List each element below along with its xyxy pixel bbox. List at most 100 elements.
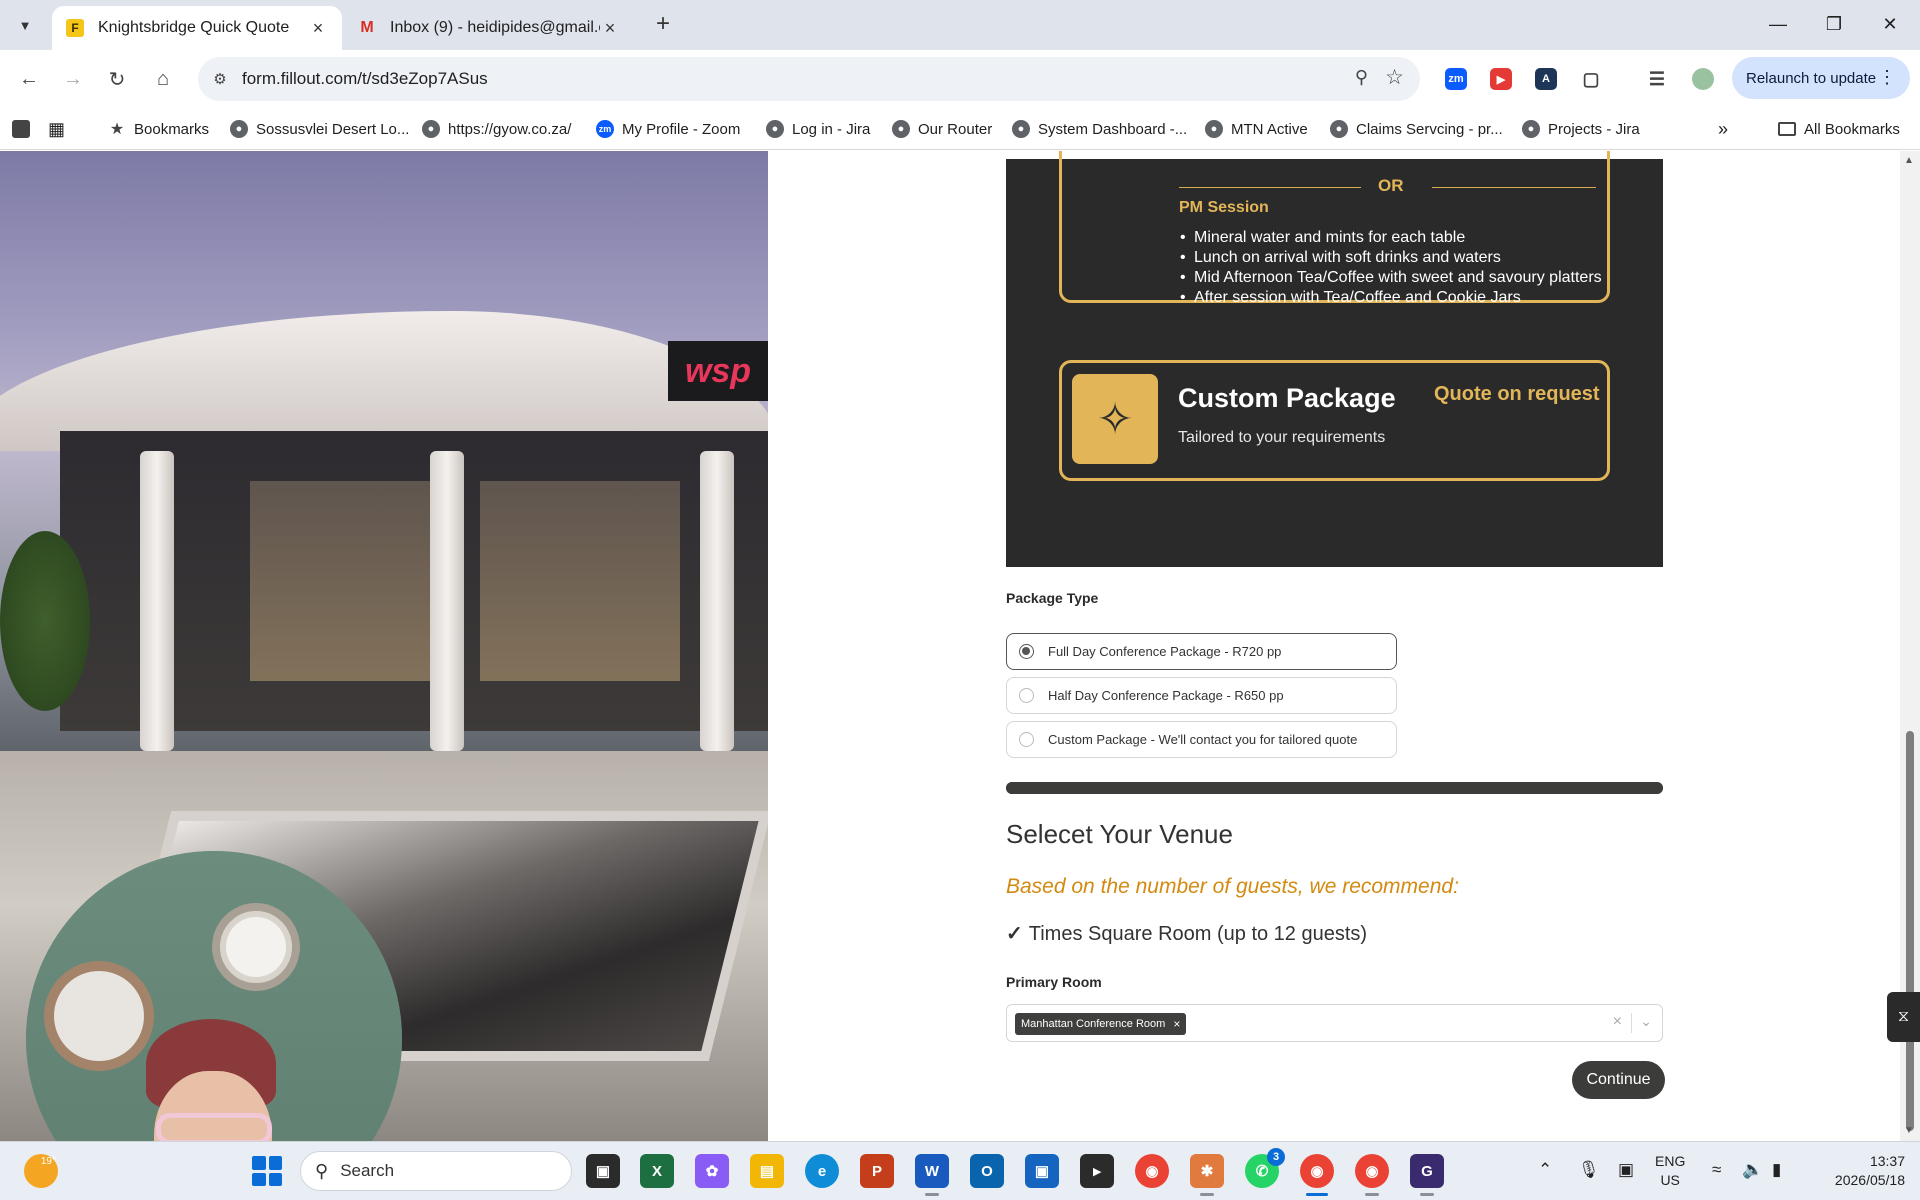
clear-selection-icon[interactable]: ×	[1613, 1013, 1622, 1031]
windows-start-icon[interactable]	[252, 1156, 282, 1186]
globe-icon: ●	[1205, 120, 1223, 138]
bookmark-item[interactable]: ● System Dashboard -...	[1012, 116, 1187, 142]
bookmark-item[interactable]: ● Log in - Jira	[766, 116, 870, 142]
store-icon[interactable]: ▣	[1025, 1154, 1059, 1188]
option-label: Half Day Conference Package - R650 pp	[1048, 688, 1284, 703]
back-icon[interactable]: ←	[12, 62, 46, 96]
bookmark-item[interactable]: ★ Bookmarks	[108, 116, 209, 142]
whatsapp-icon[interactable]: ✆ 3	[1245, 1148, 1285, 1188]
gmail-icon: M	[360, 19, 374, 36]
relaunch-label: Relaunch to update	[1746, 69, 1877, 87]
tab-knightsbridge[interactable]: F Knightsbridge Quick Quote ×	[52, 6, 342, 50]
windows-taskbar: 19° ⚲ Search ▣ X ✿ ▤ e P W O ▣ ▸ ◉ ✱ ✆ 3 …	[0, 1141, 1920, 1200]
remove-chip-icon[interactable]: ×	[1173, 1017, 1180, 1031]
profile-avatar[interactable]	[1692, 68, 1714, 90]
volume-icon[interactable]: 🔈	[1742, 1160, 1763, 1180]
address-bar[interactable]: ⚙ form.fillout.com/t/sd3eZop7ASus ⚲ ☆	[198, 57, 1420, 101]
chevron-down-icon[interactable]: ⌄	[1640, 1013, 1652, 1030]
excel-icon[interactable]: X	[640, 1154, 674, 1188]
taskbar-search[interactable]: ⚲ Search	[300, 1151, 572, 1191]
minimize-icon[interactable]: —	[1750, 8, 1806, 40]
webcam-overlay[interactable]	[26, 851, 402, 1141]
tab-gmail[interactable]: M Inbox (9) - heidipides@gmail.co ×	[344, 6, 634, 50]
site-info-icon[interactable]: ⚙	[208, 67, 232, 91]
network-share-icon[interactable]: ▣	[1618, 1160, 1634, 1180]
edge-icon[interactable]: e	[805, 1154, 839, 1188]
checkmark-icon: ✓	[1006, 923, 1023, 945]
primary-room-select[interactable]: Manhattan Conference Room × × ⌄	[1006, 1004, 1663, 1042]
restore-icon[interactable]: ❐	[1806, 8, 1862, 40]
more-menu-icon[interactable]: ⋮	[1878, 67, 1896, 88]
scroll-up-icon[interactable]: ▲	[1904, 155, 1914, 166]
radio-button[interactable]	[1019, 688, 1034, 703]
apps-grid-icon[interactable]: ▦	[48, 116, 65, 142]
close-window-icon[interactable]: ✕	[1862, 8, 1918, 40]
extensions-puzzle-icon[interactable]: ▢	[1580, 68, 1602, 90]
outlook-icon[interactable]: O	[970, 1154, 1004, 1188]
package-option-half-day[interactable]: Half Day Conference Package - R650 pp	[1006, 677, 1397, 714]
search-placeholder: Search	[340, 1161, 395, 1180]
globe-icon: ●	[230, 120, 248, 138]
package-option-full-day[interactable]: Full Day Conference Package - R720 pp	[1006, 633, 1397, 670]
globe-icon: ●	[1012, 120, 1030, 138]
radio-button[interactable]	[1019, 644, 1034, 659]
radio-button[interactable]	[1019, 732, 1034, 747]
video-extension-icon[interactable]: ▶	[1490, 68, 1512, 90]
tab-groups-icon[interactable]	[12, 116, 38, 142]
weather-icon[interactable]: 19°	[24, 1154, 58, 1188]
fillout-widget-button[interactable]: ⧖	[1887, 992, 1920, 1042]
tab-title: Inbox (9) - heidipides@gmail.co	[390, 19, 600, 36]
home-icon[interactable]: ⌂	[146, 62, 180, 96]
bookmark-item[interactable]: zm My Profile - Zoom	[596, 116, 740, 142]
bookmark-item[interactable]: ● Projects - Jira	[1522, 116, 1640, 142]
reload-icon[interactable]: ↻	[100, 62, 134, 96]
powerpoint-icon[interactable]: P	[860, 1154, 894, 1188]
claude-icon[interactable]: ✱	[1190, 1154, 1224, 1196]
package-option-custom[interactable]: Custom Package - We'll contact you for t…	[1006, 721, 1397, 758]
chrome-profile-icon[interactable]: ◉	[1355, 1154, 1389, 1196]
custom-package-card: ✧ Custom Package Tailored to your requir…	[1059, 360, 1610, 481]
chevron-up-icon[interactable]: ⌃	[1538, 1160, 1552, 1180]
option-label: Custom Package - We'll contact you for t…	[1048, 732, 1358, 747]
microphone-icon[interactable]: 🎙	[1578, 1160, 1600, 1180]
pm-session-title: PM Session	[1179, 199, 1269, 216]
bookmark-item[interactable]: ● MTN Active	[1205, 116, 1308, 142]
continue-button[interactable]: Continue	[1572, 1061, 1665, 1099]
terminal-icon[interactable]: ▸	[1080, 1154, 1114, 1188]
scroll-down-icon[interactable]: ▼	[1904, 1125, 1914, 1136]
word-icon[interactable]: W	[915, 1154, 949, 1196]
battery-icon[interactable]: ▮	[1772, 1160, 1781, 1180]
bookmark-star-icon[interactable]: ☆	[1385, 65, 1404, 90]
bookmark-item[interactable]: ● Sossusvlei Desert Lo...	[230, 116, 409, 142]
tab-search-button[interactable]: ▼	[10, 11, 40, 39]
bullet-text: After session with Tea/Coffee and Cookie…	[1180, 289, 1521, 307]
url-text[interactable]: form.fillout.com/t/sd3eZop7ASus	[242, 69, 488, 89]
forward-icon[interactable]: →	[56, 62, 90, 96]
new-tab-button[interactable]: +	[650, 10, 676, 37]
zoom-extension-icon[interactable]: zm	[1445, 68, 1467, 90]
copilot-icon[interactable]: ✿	[695, 1154, 729, 1188]
bookmark-item[interactable]: ● https://gyow.co.za/	[422, 116, 571, 142]
magic-wand-icon: ✧	[1072, 374, 1158, 464]
zoom-icon: zm	[596, 120, 614, 138]
star-icon: ★	[109, 121, 125, 138]
wifi-icon[interactable]: ≈	[1712, 1160, 1721, 1180]
chrome-active-icon[interactable]: ◉	[1300, 1154, 1334, 1196]
file-explorer-icon[interactable]: ▤	[750, 1154, 784, 1188]
scrollbar-thumb[interactable]	[1906, 731, 1914, 1131]
close-tab-icon[interactable]: ×	[308, 18, 328, 39]
language-indicator[interactable]: ENG US	[1655, 1152, 1685, 1190]
app-icon[interactable]: G	[1410, 1154, 1444, 1196]
more-bookmarks-icon[interactable]: »	[1718, 116, 1728, 142]
media-control-icon[interactable]: ☰	[1646, 68, 1668, 90]
relaunch-button[interactable]: Relaunch to update ⋮	[1732, 57, 1910, 99]
all-bookmarks-button[interactable]: All Bookmarks	[1778, 116, 1900, 142]
acrobat-extension-icon[interactable]: A	[1535, 68, 1557, 90]
close-tab-icon[interactable]: ×	[600, 18, 620, 39]
chrome-icon[interactable]: ◉	[1135, 1154, 1169, 1188]
zoom-icon[interactable]: ⚲	[1355, 67, 1368, 88]
task-view-icon[interactable]: ▣	[586, 1154, 620, 1188]
bookmark-item[interactable]: ● Claims Servcing - pr...	[1330, 116, 1503, 142]
bookmark-item[interactable]: ● Our Router	[892, 116, 992, 142]
system-clock[interactable]: 13:37 2026/05/18	[1815, 1152, 1905, 1190]
